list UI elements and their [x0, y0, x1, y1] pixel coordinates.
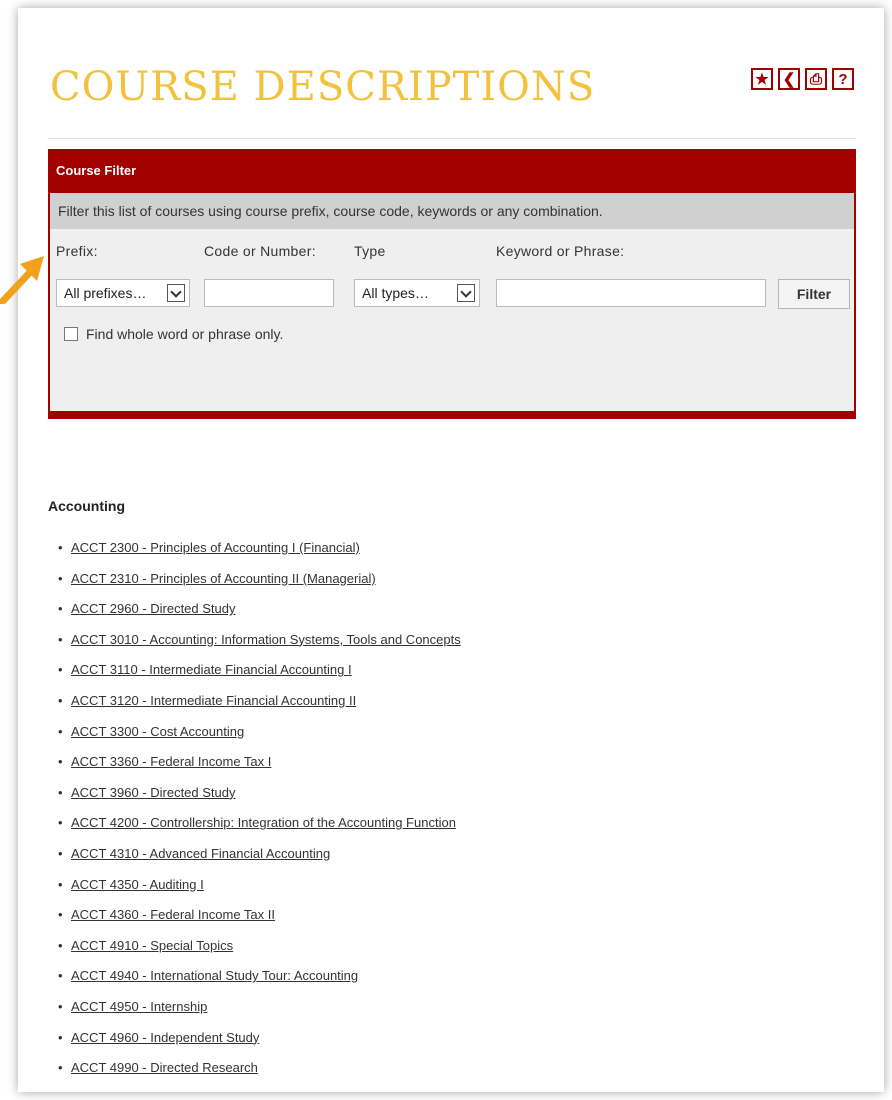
- course-link[interactable]: ACCT 3960 - Directed Study: [71, 785, 236, 800]
- filter-description: Filter this list of courses using course…: [48, 193, 856, 229]
- course-link[interactable]: ACCT 3300 - Cost Accounting: [71, 724, 244, 739]
- bullet: •: [58, 754, 63, 770]
- bullet: •: [58, 662, 63, 678]
- course-link[interactable]: ACCT 2300 - Principles of Accounting I (…: [71, 540, 360, 555]
- course-link[interactable]: ACCT 3010 - Accounting: Information Syst…: [71, 632, 461, 647]
- filter-button[interactable]: Filter: [778, 279, 850, 309]
- course-link[interactable]: ACCT 4940 - International Study Tour: Ac…: [71, 968, 358, 983]
- star-icon[interactable]: ★: [751, 68, 773, 90]
- list-item: • ACCT 4200 - Controllership: Integration…: [58, 813, 461, 844]
- course-link[interactable]: ACCT 4910 - Special Topics: [71, 938, 233, 953]
- prefix-select[interactable]: All prefixes…: [56, 279, 190, 307]
- list-item: • ACCT 2960 - Directed Study: [58, 599, 461, 630]
- list-item: • ACCT 4360 - Federal Income Tax II: [58, 905, 461, 936]
- bullet: •: [58, 1060, 63, 1076]
- bullet: •: [58, 570, 63, 586]
- course-link[interactable]: ACCT 4990 - Directed Research: [71, 1060, 258, 1075]
- bullet: •: [58, 845, 63, 861]
- bullet: •: [58, 968, 63, 984]
- course-link[interactable]: ACCT 3360 - Federal Income Tax I: [71, 754, 271, 769]
- filter-footer-bar: [48, 411, 856, 419]
- code-label: Code or Number:: [204, 243, 316, 259]
- list-item: • ACCT 3360 - Federal Income Tax I: [58, 752, 461, 783]
- list-item: • ACCT 3300 - Cost Accounting: [58, 722, 461, 753]
- keyword-label: Keyword or Phrase:: [496, 243, 625, 259]
- list-item: • ACCT 4350 - Auditing I: [58, 875, 461, 906]
- course-link[interactable]: ACCT 4310 - Advanced Financial Accountin…: [71, 846, 330, 861]
- course-link[interactable]: ACCT 2310 - Principles of Accounting II …: [71, 571, 376, 586]
- whole-word-checkbox[interactable]: [64, 327, 78, 341]
- course-link[interactable]: ACCT 4200 - Controllership: Integration …: [71, 815, 456, 830]
- list-item: • ACCT 3960 - Directed Study: [58, 783, 461, 814]
- list-item: • ACCT 4990 - Directed Research: [58, 1058, 461, 1089]
- print-icon[interactable]: ⎙: [805, 68, 827, 90]
- list-item: • ACCT 2310 - Principles of Accounting II…: [58, 569, 461, 600]
- bullet: •: [58, 631, 63, 647]
- bullet: •: [58, 601, 63, 617]
- list-item: • ACCT 4960 - Independent Study: [58, 1028, 461, 1059]
- list-item: • ACCT 3110 - Intermediate Financial Acco…: [58, 660, 461, 691]
- course-filter-panel: Course Filter Filter this list of course…: [48, 149, 856, 419]
- list-item: • ACCT 3010 - Accounting: Information Sys…: [58, 630, 461, 661]
- filter-form: Prefix: Code or Number: Type Keyword or …: [48, 229, 856, 411]
- code-input[interactable]: [204, 279, 334, 307]
- course-link[interactable]: ACCT 4350 - Auditing I: [71, 877, 204, 892]
- chevron-down-icon: [167, 284, 185, 302]
- bullet: •: [58, 876, 63, 892]
- whole-word-label: Find whole word or phrase only.: [86, 326, 284, 342]
- help-icon[interactable]: ?: [832, 68, 854, 90]
- bullet: •: [58, 540, 63, 555]
- share-icon[interactable]: ❮: [778, 68, 800, 90]
- chevron-down-icon: [457, 284, 475, 302]
- list-item: • ACCT 4940 - International Study Tour: A…: [58, 966, 461, 997]
- section-heading: Accounting: [48, 498, 125, 514]
- bullet: •: [58, 784, 63, 800]
- filter-heading: Course Filter: [48, 149, 856, 193]
- list-item: • ACCT 4910 - Special Topics: [58, 936, 461, 967]
- course-link[interactable]: ACCT 4360 - Federal Income Tax II: [71, 907, 275, 922]
- bullet: •: [58, 1029, 63, 1045]
- list-item: • ACCT 2300 - Principles of Accounting I …: [58, 538, 461, 569]
- course-link[interactable]: ACCT 2960 - Directed Study: [71, 601, 236, 616]
- title-row: COURSE DESCRIPTIONS ★ ❮ ⎙ ?: [48, 60, 856, 138]
- bullet: •: [58, 692, 63, 708]
- list-item: • ACCT 3120 - Intermediate Financial Acco…: [58, 691, 461, 722]
- type-select[interactable]: All types…: [354, 279, 480, 307]
- bullet: •: [58, 998, 63, 1014]
- bullet: •: [58, 937, 63, 953]
- course-link[interactable]: ACCT 3110 - Intermediate Financial Accou…: [71, 662, 352, 677]
- pointer-arrow-icon: [0, 256, 44, 304]
- course-link[interactable]: ACCT 4960 - Independent Study: [71, 1030, 259, 1045]
- title-divider: [48, 138, 856, 139]
- keyword-input[interactable]: [496, 279, 766, 307]
- prefix-label: Prefix:: [56, 243, 98, 259]
- course-list: • ACCT 2300 - Principles of Accounting I …: [58, 538, 461, 1089]
- page-title: COURSE DESCRIPTIONS: [50, 64, 596, 110]
- list-item: • ACCT 4950 - Internship: [58, 997, 461, 1028]
- bullet: •: [58, 815, 63, 831]
- type-label: Type: [354, 243, 386, 259]
- course-link[interactable]: ACCT 3120 - Intermediate Financial Accou…: [71, 693, 356, 708]
- list-item: • ACCT 4310 - Advanced Financial Accounti…: [58, 844, 461, 875]
- type-select-value: All types…: [362, 285, 429, 301]
- bullet: •: [58, 723, 63, 739]
- prefix-select-value: All prefixes…: [64, 285, 147, 301]
- course-link[interactable]: ACCT 4950 - Internship: [71, 999, 207, 1014]
- page-tools: ★ ❮ ⎙ ?: [751, 68, 854, 90]
- bullet: •: [58, 907, 63, 923]
